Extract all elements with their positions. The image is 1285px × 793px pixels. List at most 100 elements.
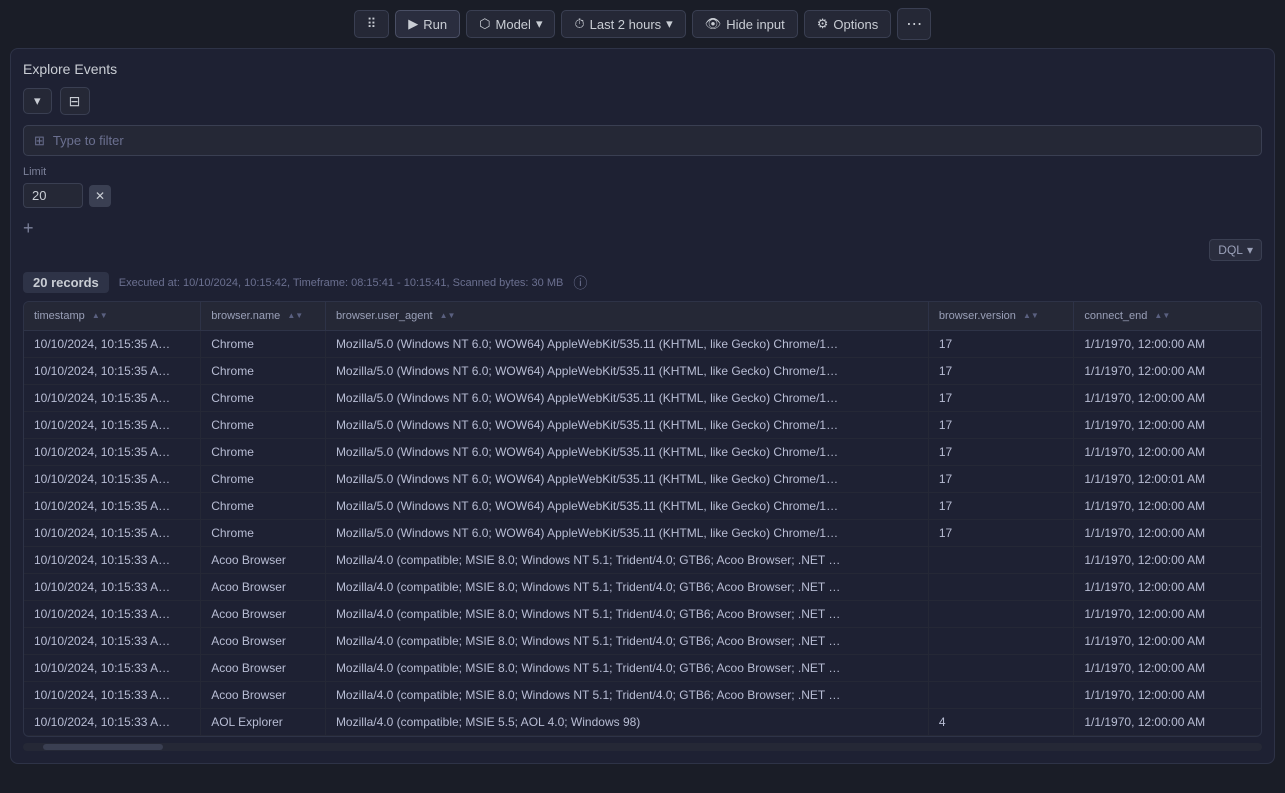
table-cell: 17	[928, 439, 1074, 466]
table-row[interactable]: 10/10/2024, 10:15:35 A…ChromeMozilla/5.0…	[24, 331, 1261, 358]
limit-input[interactable]	[23, 183, 83, 208]
table-cell: 1/1/1970, 12:00:00 AM	[1074, 655, 1261, 682]
col-header-connect-end[interactable]: connect_end ▲▼	[1074, 302, 1261, 331]
table-cell: 10/10/2024, 10:15:33 A…	[24, 655, 201, 682]
table-cell: Acoo Browser	[201, 547, 326, 574]
table-cell: 10/10/2024, 10:15:33 A…	[24, 574, 201, 601]
table-header: timestamp ▲▼ browser.name ▲▼ browser.use…	[24, 302, 1261, 331]
table-cell: 1/1/1970, 12:00:00 AM	[1074, 682, 1261, 709]
scrollbar-thumb[interactable]	[43, 744, 163, 750]
limit-section: Limit ✕	[23, 166, 1262, 208]
table-cell: 1/1/1970, 12:00:00 AM	[1074, 385, 1261, 412]
table-row[interactable]: 10/10/2024, 10:15:33 A…Acoo BrowserMozil…	[24, 655, 1261, 682]
table-cell: Mozilla/5.0 (Windows NT 6.0; WOW64) Appl…	[325, 358, 928, 385]
timeframe-button[interactable]: ⏱ Last 2 hours ▾	[561, 10, 685, 38]
horizontal-scrollbar[interactable]	[23, 743, 1262, 751]
table-cell: 10/10/2024, 10:15:35 A…	[24, 466, 201, 493]
table-cell: 10/10/2024, 10:15:33 A…	[24, 601, 201, 628]
filter-toggle-button[interactable]: ⊟	[60, 87, 90, 115]
col-header-browser-user-agent[interactable]: browser.user_agent ▲▼	[325, 302, 928, 331]
filter-input-row: ⊞	[23, 125, 1262, 156]
table-cell: AOL Explorer	[201, 709, 326, 736]
more-button[interactable]: ⋯	[897, 8, 931, 40]
dql-label: DQL	[1218, 243, 1243, 257]
data-table-container: timestamp ▲▼ browser.name ▲▼ browser.use…	[23, 301, 1262, 737]
run-label: Run	[423, 17, 447, 32]
drag-handle-btn[interactable]: ⠿	[354, 10, 390, 38]
table-cell	[928, 547, 1074, 574]
table-row[interactable]: 10/10/2024, 10:15:35 A…ChromeMozilla/5.0…	[24, 466, 1261, 493]
table-cell: 17	[928, 331, 1074, 358]
limit-label: Limit	[23, 166, 1262, 178]
col-header-timestamp[interactable]: timestamp ▲▼	[24, 302, 201, 331]
table-cell: 1/1/1970, 12:00:00 AM	[1074, 628, 1261, 655]
clock-icon: ⏱	[574, 16, 584, 32]
table-body: 10/10/2024, 10:15:35 A…ChromeMozilla/5.0…	[24, 331, 1261, 736]
col-header-browser-version[interactable]: browser.version ▲▼	[928, 302, 1074, 331]
filter-input[interactable]	[53, 126, 1251, 155]
filter-prefix-icon: ⊞	[34, 133, 45, 149]
table-row[interactable]: 10/10/2024, 10:15:35 A…ChromeMozilla/5.0…	[24, 439, 1261, 466]
table-cell: 10/10/2024, 10:15:33 A…	[24, 628, 201, 655]
table-row[interactable]: 10/10/2024, 10:15:35 A…ChromeMozilla/5.0…	[24, 493, 1261, 520]
table-cell: 1/1/1970, 12:00:00 AM	[1074, 574, 1261, 601]
col-header-browser-name[interactable]: browser.name ▲▼	[201, 302, 326, 331]
records-bar: 20 records Executed at: 10/10/2024, 10:1…	[23, 267, 1262, 301]
info-icon[interactable]: ⓘ	[573, 273, 587, 293]
model-icon: ⬡	[479, 16, 490, 32]
hide-input-button[interactable]: 👁 Hide input	[692, 10, 798, 38]
table-cell: 1/1/1970, 12:00:00 AM	[1074, 331, 1261, 358]
chevron-down-icon: ▾	[34, 93, 41, 109]
hide-input-label: Hide input	[726, 17, 785, 32]
table-row[interactable]: 10/10/2024, 10:15:33 A…Acoo BrowserMozil…	[24, 682, 1261, 709]
limit-clear-button[interactable]: ✕	[89, 185, 111, 207]
run-button[interactable]: ▶ Run	[395, 10, 460, 38]
play-icon: ▶	[408, 16, 418, 32]
table-cell: 17	[928, 520, 1074, 547]
main-panel: Explore Events ▾ ⊟ ⊞ Limit ✕ + DQL ▾ 20 …	[10, 48, 1275, 764]
table-wrapper[interactable]: timestamp ▲▼ browser.name ▲▼ browser.use…	[24, 302, 1261, 736]
drag-icon: ⠿	[367, 16, 377, 32]
sort-icon-connect-end: ▲▼	[1154, 312, 1170, 320]
table-row[interactable]: 10/10/2024, 10:15:35 A…ChromeMozilla/5.0…	[24, 385, 1261, 412]
table-cell: Mozilla/4.0 (compatible; MSIE 5.5; AOL 4…	[325, 709, 928, 736]
table-row[interactable]: 10/10/2024, 10:15:33 A…AOL ExplorerMozil…	[24, 709, 1261, 736]
table-row[interactable]: 10/10/2024, 10:15:33 A…Acoo BrowserMozil…	[24, 628, 1261, 655]
table-cell: 1/1/1970, 12:00:00 AM	[1074, 358, 1261, 385]
table-row[interactable]: 10/10/2024, 10:15:33 A…Acoo BrowserMozil…	[24, 601, 1261, 628]
table-row[interactable]: 10/10/2024, 10:15:35 A…ChromeMozilla/5.0…	[24, 358, 1261, 385]
dql-button[interactable]: DQL ▾	[1209, 239, 1262, 261]
table-row[interactable]: 10/10/2024, 10:15:35 A…ChromeMozilla/5.0…	[24, 520, 1261, 547]
table-cell: Chrome	[201, 520, 326, 547]
table-cell: 10/10/2024, 10:15:35 A…	[24, 385, 201, 412]
table-cell: 17	[928, 358, 1074, 385]
timeframe-label: Last 2 hours	[590, 17, 662, 32]
data-table: timestamp ▲▼ browser.name ▲▼ browser.use…	[24, 302, 1261, 736]
filter-dropdown-button[interactable]: ▾	[23, 88, 52, 114]
col-label-browser-name: browser.name	[211, 310, 280, 322]
table-cell: 10/10/2024, 10:15:35 A…	[24, 520, 201, 547]
table-cell: Chrome	[201, 466, 326, 493]
chevron-down-icon: ▾	[536, 16, 543, 32]
table-cell	[928, 601, 1074, 628]
add-filter-button[interactable]: +	[23, 218, 1262, 239]
table-cell: 10/10/2024, 10:15:33 A…	[24, 547, 201, 574]
sliders-icon: ⚙	[817, 16, 829, 32]
col-label-timestamp: timestamp	[34, 310, 85, 322]
table-cell: Mozilla/5.0 (Windows NT 6.0; WOW64) Appl…	[325, 439, 928, 466]
options-button[interactable]: ⚙ Options	[804, 10, 891, 38]
table-row[interactable]: 10/10/2024, 10:15:33 A…Acoo BrowserMozil…	[24, 547, 1261, 574]
table-cell	[928, 574, 1074, 601]
chevron-down-icon: ▾	[1247, 243, 1253, 257]
table-cell: Chrome	[201, 331, 326, 358]
model-button[interactable]: ⬡ Model ▾	[466, 10, 555, 38]
table-row[interactable]: 10/10/2024, 10:15:35 A…ChromeMozilla/5.0…	[24, 412, 1261, 439]
options-label: Options	[833, 17, 878, 32]
table-cell: Chrome	[201, 412, 326, 439]
table-cell: Mozilla/4.0 (compatible; MSIE 8.0; Windo…	[325, 601, 928, 628]
table-cell: Acoo Browser	[201, 601, 326, 628]
table-row[interactable]: 10/10/2024, 10:15:33 A…Acoo BrowserMozil…	[24, 574, 1261, 601]
sort-icon-browser-ua: ▲▼	[440, 312, 456, 320]
table-cell: 10/10/2024, 10:15:33 A…	[24, 709, 201, 736]
table-cell: Chrome	[201, 493, 326, 520]
